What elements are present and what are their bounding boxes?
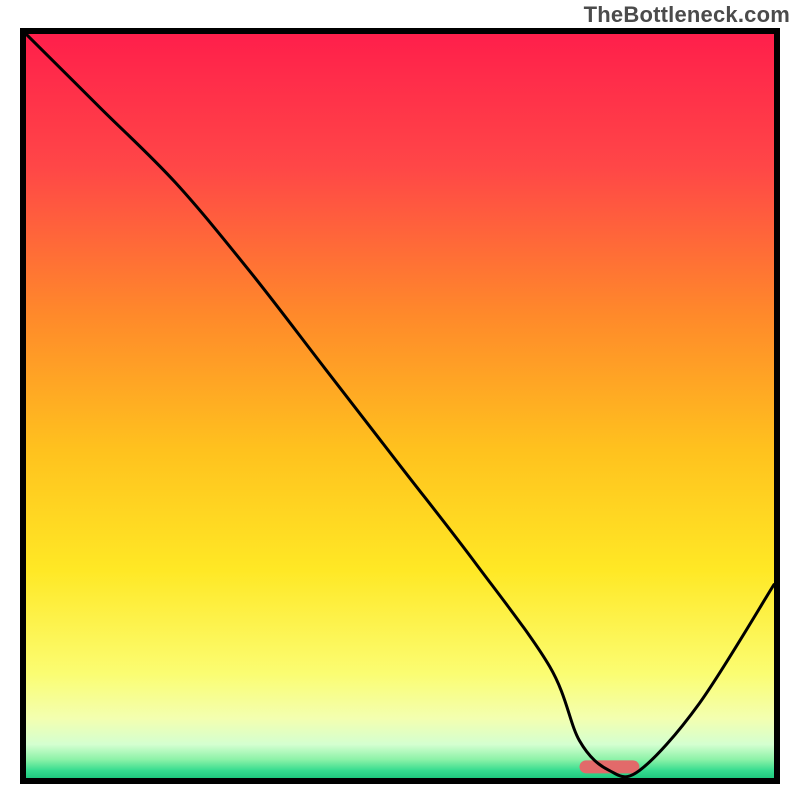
chart-frame: TheBottleneck.com	[0, 0, 800, 800]
plot-svg	[26, 34, 774, 778]
plot-border	[20, 28, 780, 784]
watermark-text: TheBottleneck.com	[584, 2, 790, 28]
